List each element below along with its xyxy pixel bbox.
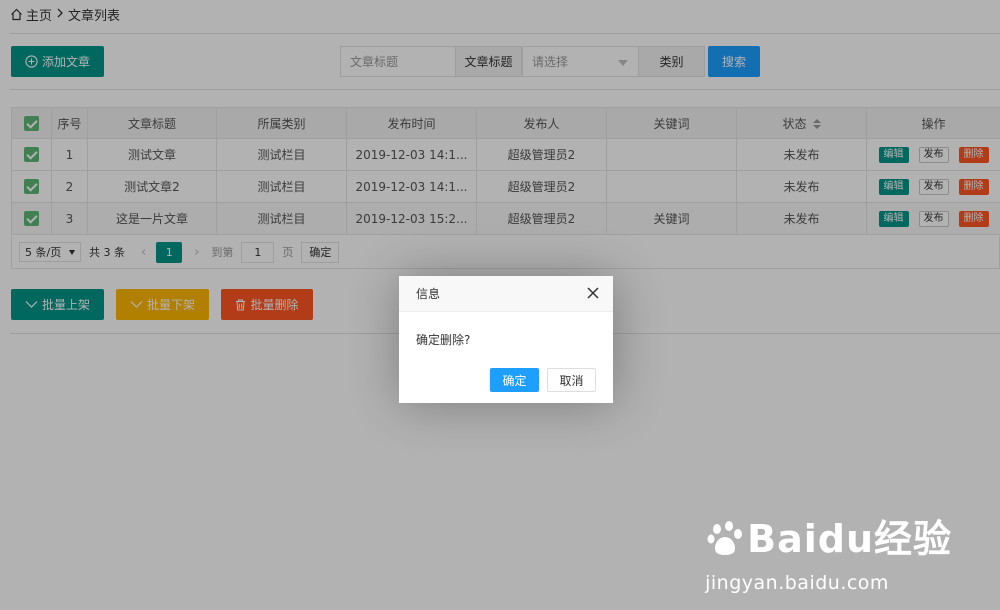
watermark-brand-text: Baidu经验 <box>747 517 952 561</box>
watermark-url: jingyan.baidu.com <box>705 572 889 594</box>
close-icon[interactable] <box>587 287 599 299</box>
paw-icon <box>705 519 745 566</box>
dialog-message: 确定删除? <box>416 333 471 347</box>
confirm-dialog: 信息 确定删除? 确定 取消 <box>399 276 613 403</box>
watermark: Baidu经验 jingyan.baidu.com <box>705 519 952 594</box>
dialog-title: 信息 <box>416 287 441 301</box>
dialog-cancel-button[interactable]: 取消 <box>547 368 596 392</box>
dialog-ok-button[interactable]: 确定 <box>490 368 539 392</box>
watermark-brand: Baidu经验 <box>705 519 952 566</box>
dialog-header: 信息 <box>399 276 613 312</box>
